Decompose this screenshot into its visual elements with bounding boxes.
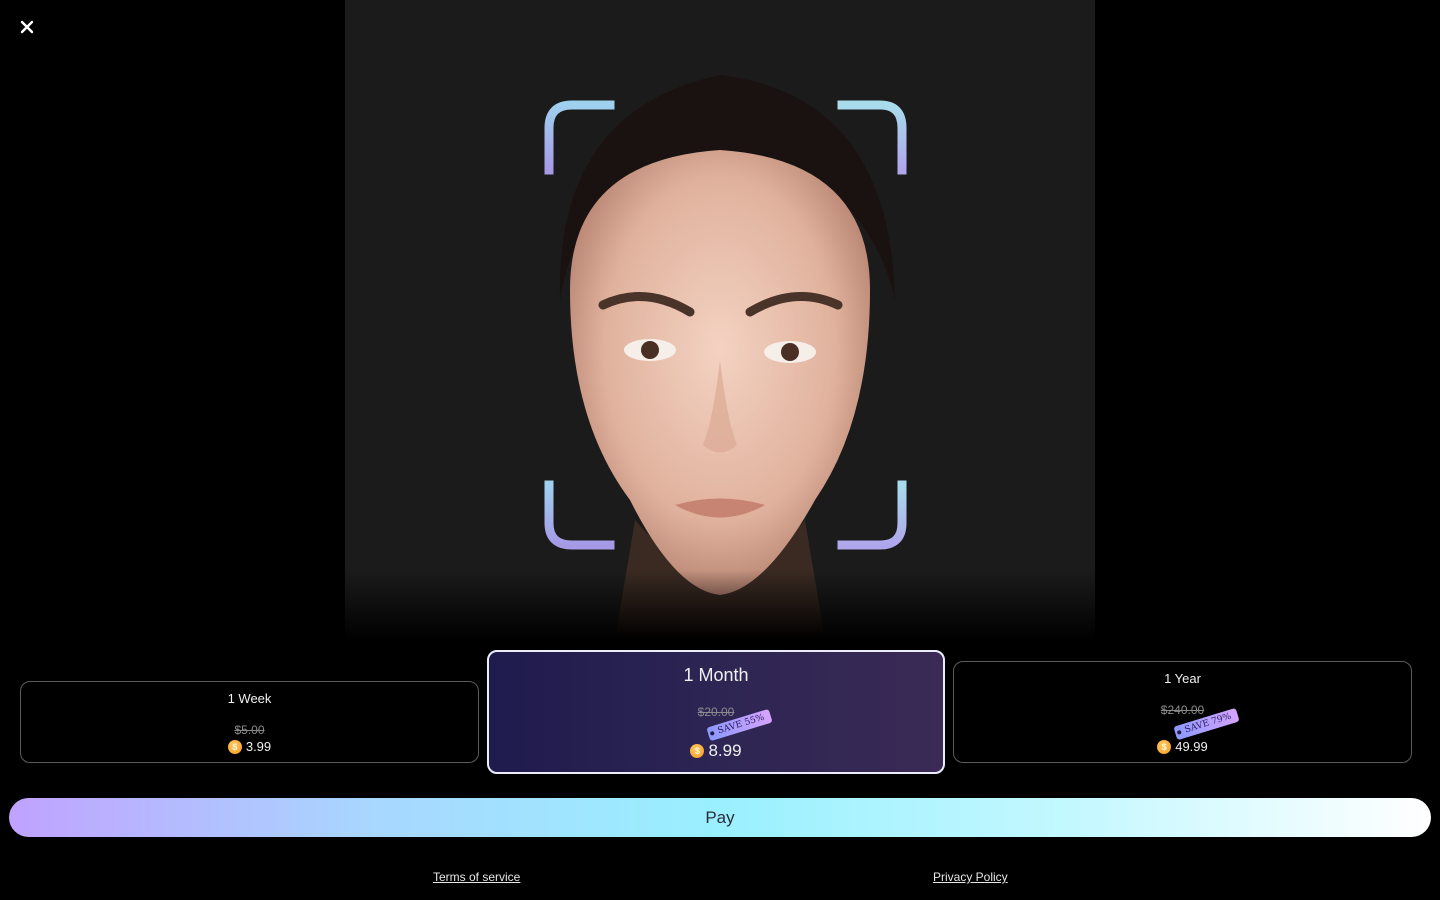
- pay-button[interactable]: Pay: [9, 798, 1431, 837]
- face-preview-image: [345, 0, 1095, 640]
- plan-card-year[interactable]: 1 Year $240.00 SAVE 79% $ 49.99: [953, 661, 1412, 763]
- face-portrait: [345, 0, 1095, 640]
- terms-of-service-link[interactable]: Terms of service: [433, 870, 520, 884]
- plan-price: 8.99: [708, 741, 742, 760]
- plan-old-price: $5.00: [234, 723, 265, 737]
- plan-name: 1 Month: [683, 665, 749, 685]
- plan-old-price: $240.00: [1160, 703, 1205, 717]
- privacy-policy-link[interactable]: Privacy Policy: [933, 870, 1008, 884]
- close-icon: [20, 20, 34, 34]
- plan-price: 49.99: [1175, 739, 1208, 754]
- coin-icon: $: [227, 739, 242, 754]
- plan-card-month[interactable]: 1 Month $20.00 SAVE 55% $ 8.99: [487, 650, 945, 774]
- plan-name: 1 Year: [1164, 671, 1201, 686]
- close-button[interactable]: [16, 16, 38, 38]
- plan-name: 1 Week: [227, 691, 272, 706]
- coin-icon: $: [1157, 739, 1172, 754]
- plan-price: 3.99: [245, 739, 272, 754]
- plan-old-price: $20.00: [697, 705, 735, 719]
- hero-bottom-fade: [345, 570, 1095, 640]
- coin-icon: $: [690, 744, 705, 758]
- plan-card-week[interactable]: 1 Week $5.00 $ 3.99: [20, 681, 479, 763]
